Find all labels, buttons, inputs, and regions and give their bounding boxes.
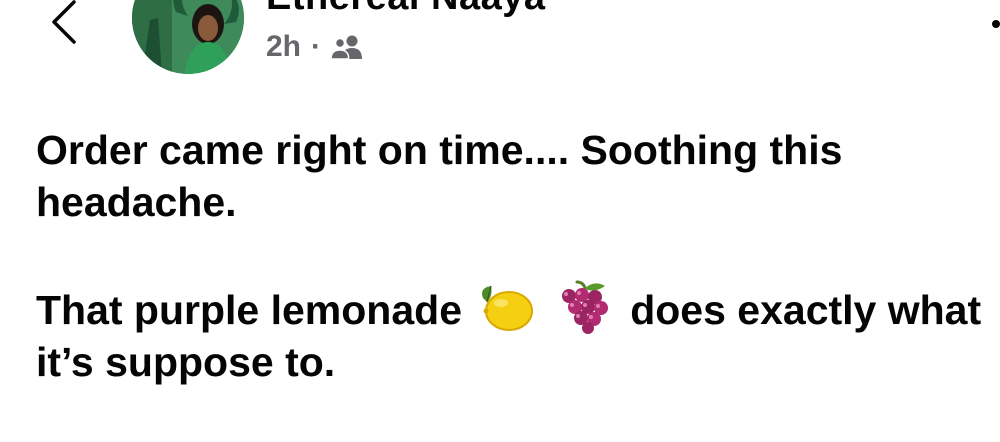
avatar-photo	[132, 0, 244, 74]
more-options-button[interactable]	[970, 0, 1000, 40]
post-paragraph-2: That purple lemonade does exactly what i…	[36, 280, 986, 388]
post-timestamp[interactable]: 2h	[266, 30, 301, 64]
meta-separator: ·	[311, 30, 322, 63]
grapes-emoji	[555, 280, 615, 334]
more-options-icon	[992, 20, 1000, 28]
post-text: Order came right on time.... Soothing th…	[36, 124, 986, 388]
post-meta: 2h ·	[266, 30, 364, 64]
lemon-emoji	[477, 284, 535, 334]
chevron-left-icon	[52, 0, 76, 44]
back-button[interactable]	[44, 0, 88, 48]
friends-icon[interactable]	[330, 34, 364, 60]
paragraph-2-before: That purple lemonade	[36, 287, 462, 333]
post-paragraph-1: Order came right on time.... Soothing th…	[36, 127, 843, 225]
author-name[interactable]: Ethereal Naaya	[266, 0, 546, 16]
avatar[interactable]	[132, 0, 244, 74]
